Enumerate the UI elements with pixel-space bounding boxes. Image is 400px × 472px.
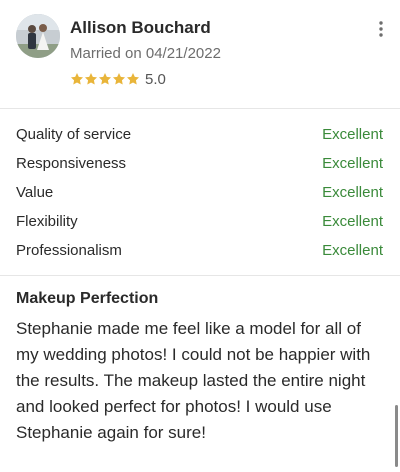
rating-score: Excellent <box>322 155 383 172</box>
rating-score: Excellent <box>322 126 383 143</box>
rating-value: 5.0 <box>145 70 166 88</box>
rating-label: Quality of service <box>16 126 132 143</box>
married-date: Married on 04/21/2022 <box>70 45 221 62</box>
more-vertical-icon <box>379 21 383 37</box>
rating-row-responsiveness: Responsiveness Excellent <box>0 149 400 178</box>
star-icon <box>112 73 126 85</box>
review-body: Stephanie made me feel like a model for … <box>16 319 371 442</box>
rating-row-flexibility: Flexibility Excellent <box>0 207 400 236</box>
more-options-button[interactable] <box>372 18 390 40</box>
avatar[interactable] <box>16 14 60 58</box>
rating-row-value: Value Excellent <box>0 178 400 207</box>
rating-row-professionalism: Professionalism Excellent <box>0 236 400 265</box>
rating-label: Responsiveness <box>16 155 127 172</box>
star-icon <box>70 73 84 85</box>
rating-score: Excellent <box>322 213 383 230</box>
star-icon <box>126 73 140 85</box>
rating-row-quality: Quality of service Excellent <box>0 120 400 149</box>
review-card: Allison Bouchard Married on 04/21/2022 5… <box>0 0 400 472</box>
star-rating <box>70 72 140 86</box>
rating-label: Flexibility <box>16 213 78 230</box>
rating-score: Excellent <box>322 184 383 201</box>
category-ratings: Quality of service Excellent Responsiven… <box>0 120 400 265</box>
review-header: Allison Bouchard Married on 04/21/2022 5… <box>0 0 400 108</box>
review-title: Makeup Perfection <box>16 290 159 307</box>
rating-label: Professionalism <box>16 242 122 259</box>
rating-score: Excellent <box>322 242 383 259</box>
overall-rating: 5.0 <box>70 70 166 88</box>
reviewer-name[interactable]: Allison Bouchard <box>70 18 211 38</box>
star-icon <box>98 73 112 85</box>
divider <box>0 275 400 276</box>
star-icon <box>84 73 98 85</box>
divider <box>0 108 400 109</box>
scrollbar[interactable] <box>395 405 398 467</box>
rating-label: Value <box>16 184 54 201</box>
